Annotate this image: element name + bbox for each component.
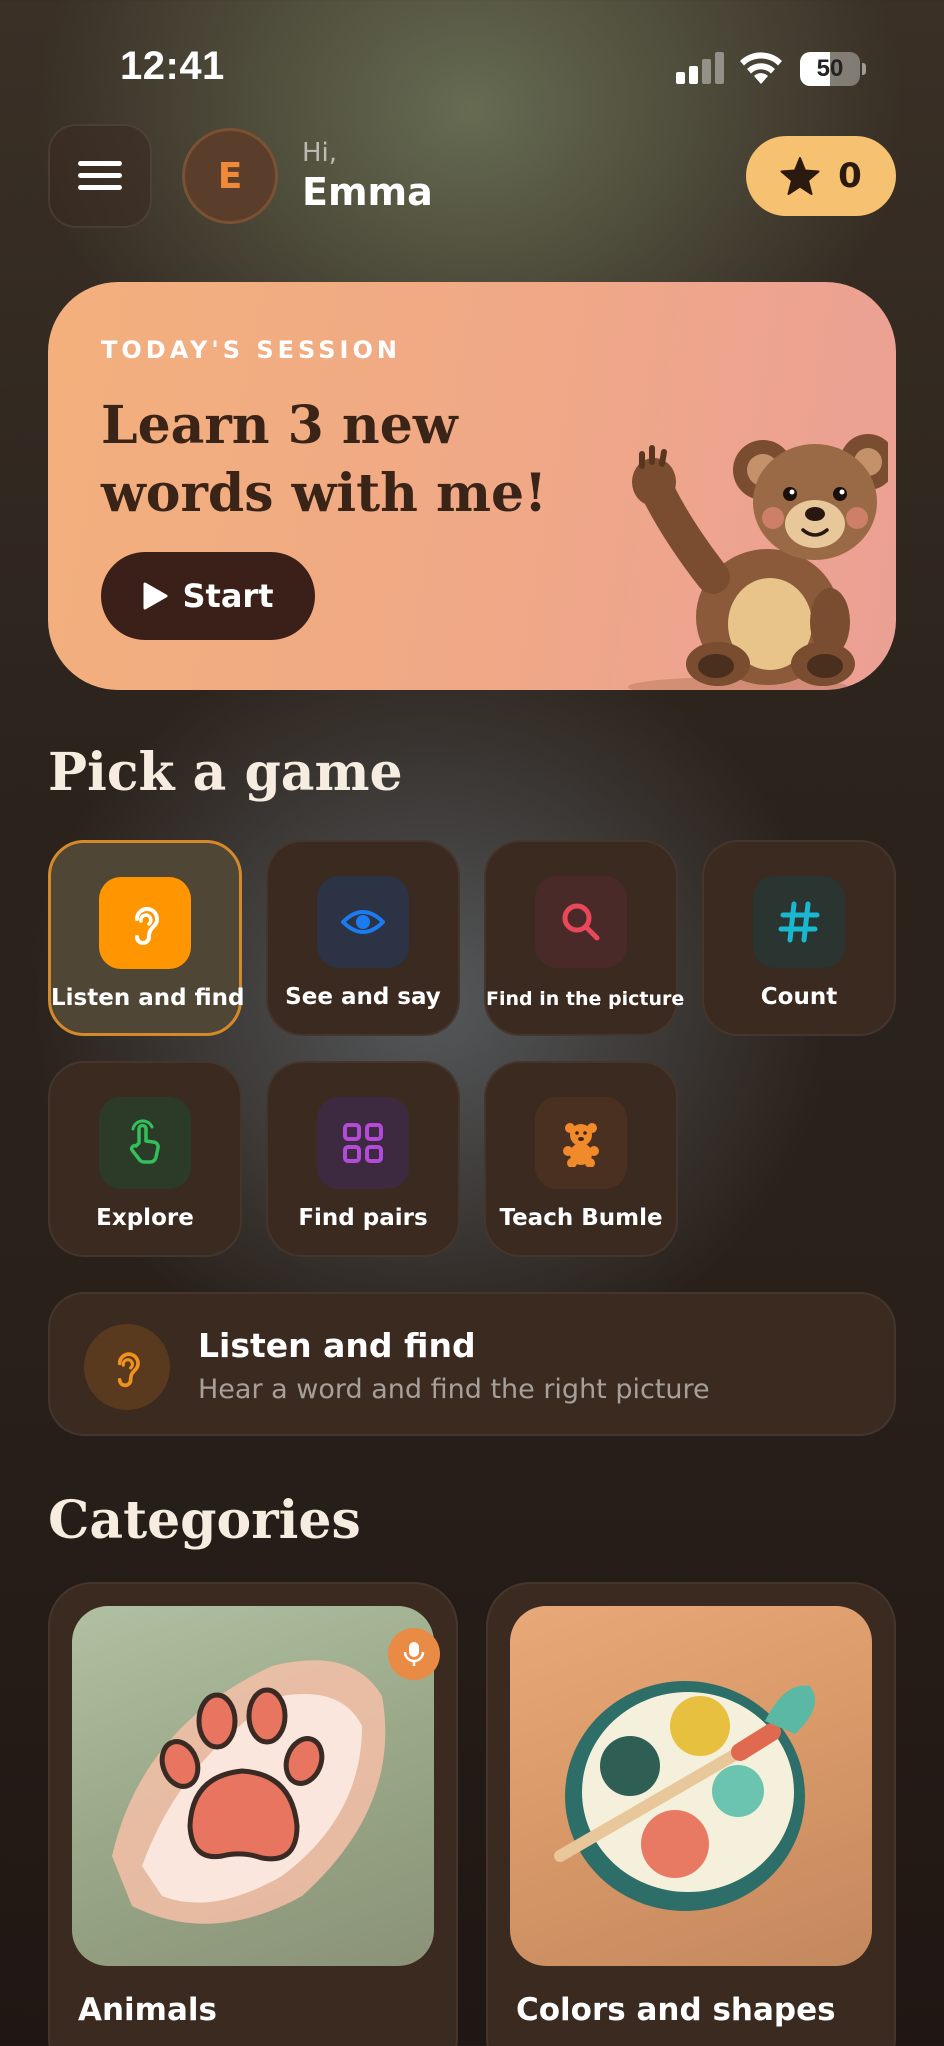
tap-hand-icon	[99, 1097, 191, 1189]
categories-heading: Categories	[48, 1490, 361, 1551]
menu-button[interactable]	[48, 124, 152, 228]
game-label: See and say	[285, 984, 441, 1010]
star-icon	[780, 157, 820, 195]
ear-icon	[84, 1324, 170, 1410]
game-tile-see-and-say[interactable]: See and say	[266, 840, 460, 1036]
paw-print-illustration	[72, 1606, 434, 1966]
selected-game-description: Hear a word and find the right picture	[198, 1374, 710, 1405]
game-tile-explore[interactable]: Explore	[48, 1061, 242, 1257]
cellular-signal-icon	[676, 52, 724, 84]
game-tile-find-in-the-picture[interactable]: Find in the picture	[484, 840, 685, 1036]
grid-icon	[317, 1097, 409, 1189]
avatar[interactable]: E	[182, 128, 278, 224]
hamburger-menu-icon	[78, 161, 122, 191]
greeting-text: Hi,	[302, 138, 338, 168]
pick-a-game-heading: Pick a game	[48, 742, 403, 803]
teddy-bear-illustration	[628, 434, 888, 690]
eye-icon	[317, 876, 409, 968]
game-tile-teach-bumle[interactable]: Teach Bumle	[484, 1061, 678, 1257]
game-tile-count[interactable]: Count	[702, 840, 896, 1036]
ear-icon	[99, 877, 191, 969]
microphone-icon	[388, 1628, 440, 1680]
start-button[interactable]: Start	[101, 552, 315, 640]
stars-count: 0	[838, 156, 862, 196]
battery-icon: 50	[800, 52, 866, 86]
selected-game-info[interactable]: Listen and find Hear a word and find the…	[48, 1292, 896, 1436]
session-title: Learn 3 new words with me!	[101, 395, 547, 524]
game-label: Find pairs	[298, 1205, 428, 1231]
status-bar: 12:41 50	[0, 0, 944, 140]
hash-icon	[753, 876, 845, 968]
category-card-animals[interactable]: Animals	[48, 1582, 458, 2046]
paint-palette-illustration	[510, 1606, 872, 1966]
category-label: Colors and shapes	[516, 1992, 836, 2028]
selected-game-title: Listen and find	[198, 1326, 476, 1365]
game-label: Find in the picture	[486, 988, 685, 1010]
status-time: 12:41	[120, 44, 225, 88]
category-card-colors-and-shapes[interactable]: Colors and shapes	[486, 1582, 896, 2046]
session-eyebrow: TODAY'S SESSION	[101, 336, 401, 364]
play-icon	[143, 582, 168, 610]
user-name: Emma	[302, 170, 433, 214]
game-label: Listen and find	[51, 985, 245, 1011]
start-button-label: Start	[182, 577, 274, 615]
game-tile-find-pairs[interactable]: Find pairs	[266, 1061, 460, 1257]
game-label: Count	[760, 984, 838, 1010]
magnifier-icon	[535, 876, 627, 968]
teddy-bear-icon	[535, 1097, 627, 1189]
game-label: Explore	[96, 1205, 194, 1231]
todays-session-card: TODAY'S SESSION Learn 3 new words with m…	[48, 282, 896, 690]
category-label: Animals	[78, 1992, 217, 2028]
stars-badge[interactable]: 0	[746, 136, 896, 216]
game-tile-listen-and-find[interactable]: Listen and find	[48, 840, 245, 1036]
wifi-icon	[740, 52, 782, 84]
battery-level: 50	[816, 55, 844, 82]
game-label: Teach Bumle	[499, 1205, 663, 1231]
